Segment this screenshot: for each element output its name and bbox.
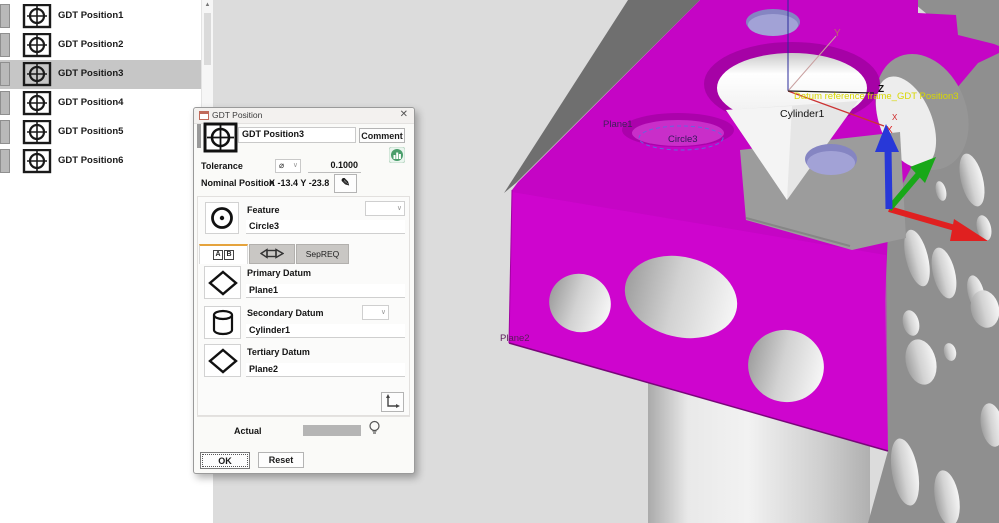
- name-input[interactable]: GDT Position3: [238, 127, 356, 143]
- row-stub-icon: [0, 33, 10, 57]
- coordinate-system-button[interactable]: [381, 392, 404, 412]
- list-item-gdt-position4[interactable]: GDT Position4: [0, 89, 203, 118]
- separator: [197, 416, 410, 417]
- list-item-label: GDT Position4: [58, 97, 123, 108]
- label-plane2: Plane2: [500, 333, 530, 344]
- diameter-symbol: ⌀: [279, 160, 284, 170]
- dialog-title: GDT Position: [212, 110, 262, 120]
- tab-sepreq[interactable]: SepREQ: [296, 244, 349, 264]
- list-item-label: GDT Position2: [58, 39, 123, 50]
- list-item-gdt-position3-selected[interactable]: GDT Position3: [0, 60, 203, 89]
- primary-datum-label: Primary Datum: [247, 268, 311, 278]
- row-stub-icon: [0, 4, 10, 28]
- tolerance-value-input[interactable]: 0.1000: [308, 159, 361, 173]
- scroll-up-icon[interactable]: ▲: [202, 0, 213, 10]
- primary-datum-plane-icon: [204, 266, 241, 299]
- feature-label: Feature: [247, 205, 280, 215]
- nominal-position-label: Nominal Position: [201, 178, 275, 188]
- chevron-down-icon: ∨: [381, 308, 386, 316]
- comment-button[interactable]: Comment: [359, 128, 405, 143]
- tab-sepreq-label: SepREQ: [306, 249, 340, 259]
- list-item-label: GDT Position5: [58, 126, 123, 137]
- tab-movable-datum[interactable]: [249, 244, 295, 264]
- ok-button[interactable]: OK: [200, 452, 250, 469]
- secondary-datum-dropdown[interactable]: ∨: [362, 305, 389, 320]
- label-plane1: Plane1: [603, 119, 633, 130]
- drag-grip: [197, 124, 201, 148]
- actual-label: Actual: [234, 426, 262, 436]
- list-item-gdt-position2[interactable]: GDT Position2: [0, 31, 203, 60]
- secondary-datum-cylinder-icon: [204, 306, 241, 339]
- gdt-position-icon: [22, 33, 52, 63]
- secondary-datum-label: Secondary Datum: [247, 308, 324, 318]
- label-cylinder1: Cylinder1: [780, 108, 825, 120]
- gdt-list-panel: GDT Position1 GDT Position2 GDT Position…: [0, 0, 212, 523]
- list-item-label: GDT Position6: [58, 155, 123, 166]
- row-stub-icon: [0, 62, 10, 86]
- reset-button[interactable]: Reset: [258, 452, 304, 468]
- tab-a-label: A: [213, 250, 223, 260]
- chevron-down-icon: ∨: [397, 204, 402, 212]
- dialog-app-icon: [199, 111, 209, 120]
- row-stub-icon: [0, 149, 10, 173]
- feature-circle-icon: [205, 202, 239, 234]
- tertiary-datum-input[interactable]: Plane2: [246, 363, 405, 377]
- tab-datum-ab[interactable]: A B: [199, 244, 248, 264]
- nominal-position-value: X -13.4 Y -23.8: [269, 178, 329, 188]
- gdt-position-icon: [22, 91, 52, 121]
- list-item-gdt-position5[interactable]: GDT Position5: [0, 118, 203, 147]
- frame-axis-y-label: Y: [834, 28, 841, 39]
- actual-value-bar: [303, 425, 361, 436]
- feature-dropdown[interactable]: ∨: [365, 201, 405, 216]
- gdt-position-symbol-icon: [203, 122, 238, 153]
- gdt-position-icon: [22, 62, 52, 92]
- row-stub-icon: [0, 120, 10, 144]
- lightbulb-icon[interactable]: [368, 420, 381, 440]
- pencil-icon: ✎: [341, 177, 350, 189]
- application-window: Y X Z Datum reference frame_GDT Position…: [0, 0, 999, 523]
- axes-icon: [385, 394, 401, 409]
- list-item-gdt-position1[interactable]: GDT Position1: [0, 2, 203, 31]
- chevron-down-icon: ∨: [293, 161, 298, 169]
- row-stub-icon: [0, 91, 10, 115]
- tab-b-label: B: [224, 250, 234, 260]
- gdt-position-icon: [22, 149, 52, 179]
- edit-nominal-button[interactable]: ✎: [334, 174, 357, 193]
- tolerance-zone-dropdown[interactable]: ⌀ ∨: [275, 159, 301, 173]
- list-item-gdt-position6[interactable]: GDT Position6: [0, 147, 203, 176]
- tolerance-label: Tolerance: [201, 161, 243, 171]
- primary-datum-input[interactable]: Plane1: [246, 284, 405, 298]
- gdt-position-icon: [22, 4, 52, 34]
- triad-x-label: X: [892, 113, 898, 122]
- datum-frame-label: Datum reference frame_GDT Position3: [794, 91, 959, 102]
- label-circle3: Circle3: [668, 134, 698, 145]
- list-item-label: GDT Position3: [58, 68, 123, 79]
- secondary-datum-input[interactable]: Cylinder1: [246, 324, 405, 338]
- spool-icon: [260, 248, 284, 261]
- close-icon[interactable]: ✕: [400, 109, 408, 120]
- gdt-position-dialog: GDT Position ✕ GDT Position3 Comment Tol…: [193, 107, 415, 474]
- tertiary-datum-label: Tertiary Datum: [247, 347, 310, 357]
- gdt-position-icon: [22, 120, 52, 150]
- histogram-icon[interactable]: [389, 147, 405, 163]
- tertiary-datum-plane-icon: [204, 344, 241, 377]
- scrollbar-thumb[interactable]: [204, 13, 211, 65]
- list-item-label: GDT Position1: [58, 10, 123, 21]
- feature-value-input[interactable]: Circle3: [246, 220, 405, 234]
